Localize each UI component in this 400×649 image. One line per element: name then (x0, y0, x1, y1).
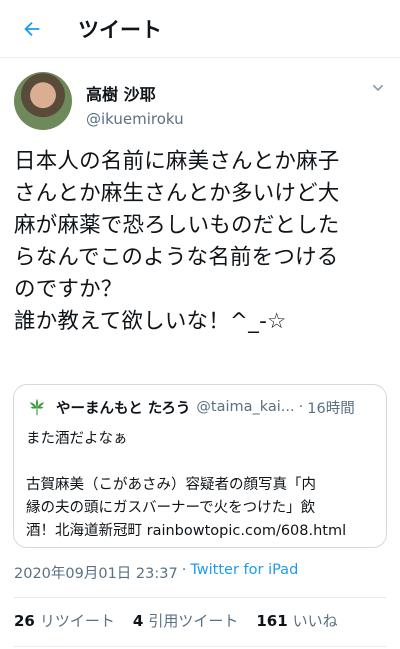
tweet-stats: 26 リツイート 4 引用ツイート 161 いいね (14, 610, 338, 631)
quoted-tweet[interactable]: やーまんもと たろう @taima_kai... · 16時間 また酒だよなぁ … (13, 384, 387, 548)
quoted-handle: @taima_kai... (196, 399, 295, 415)
arrow-left-icon (24, 21, 40, 36)
likes-stat[interactable]: 161 いいね (256, 610, 337, 631)
quotes-count: 4 (132, 612, 144, 630)
tweet-text: 日本人の名前に麻美さんとか麻子 さんとか麻生さんとか多いけど大 麻が麻薬で恐ろし… (14, 149, 340, 334)
chevron-down-icon (372, 84, 384, 92)
quotes-stat[interactable]: 4 引用ツイート (133, 610, 238, 631)
quoted-time: 16時間 (307, 400, 355, 417)
author-handle[interactable]: @ikuemiroku (86, 108, 184, 130)
quoted-display-name: やーまんもと たろう (56, 400, 191, 417)
divider (14, 597, 386, 598)
tweet-source-link[interactable]: Twitter for iPad (190, 562, 298, 583)
tweet-datetime[interactable]: 2020年09月01日 23:37 (14, 562, 178, 583)
top-bar: ツイート (0, 0, 400, 58)
retweets-count: 26 (14, 612, 35, 630)
retweets-stat[interactable]: 26 リツイート (14, 610, 115, 631)
likes-count: 161 (256, 612, 288, 630)
back-button[interactable] (16, 13, 48, 45)
avatar[interactable] (14, 72, 72, 130)
separator-dot: · (181, 562, 187, 578)
page-title: ツイート (78, 17, 162, 42)
author-display-name[interactable]: 高樹 沙耶 (86, 84, 184, 106)
tweet-meta: 2020年09月01日 23:37 · Twitter for iPad (14, 562, 298, 583)
separator-dot: · (298, 399, 304, 415)
more-options-button[interactable] (370, 80, 386, 100)
retweets-label: リツイート (39, 612, 115, 630)
quoted-tweet-header: やーまんもと たろう @taima_kai... · 16時間 (26, 396, 374, 418)
divider (14, 646, 386, 647)
leaf-avatar-icon (29, 398, 45, 416)
likes-label: いいね (292, 612, 338, 630)
quoted-text: また酒だよなぁ 古賀麻美（こがあさみ）容疑者の顔写真「内 縁の夫の頭にガスバーナ… (26, 431, 347, 539)
quotes-label: 引用ツイート (148, 612, 239, 630)
